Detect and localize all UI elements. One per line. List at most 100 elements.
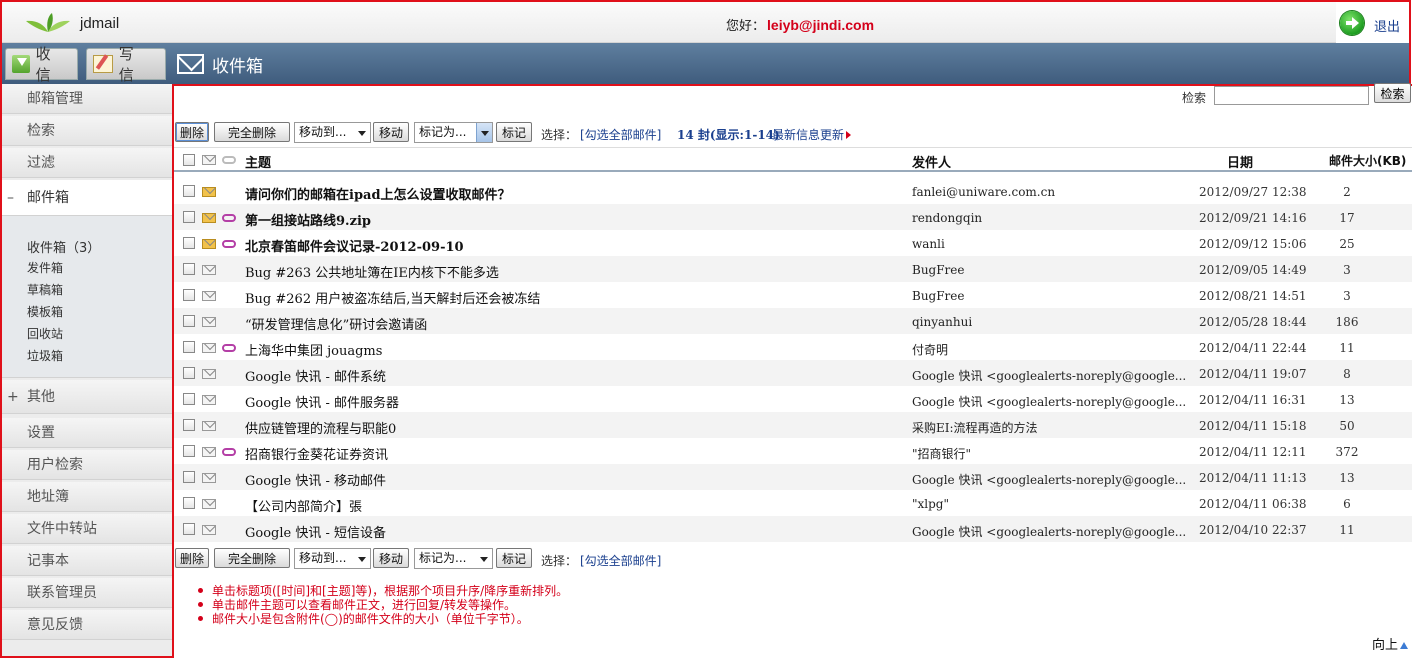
folder-trash[interactable]: 回收站 bbox=[27, 325, 63, 342]
mail-subject[interactable]: Google 快讯 - 邮件服务器 bbox=[245, 392, 399, 411]
table-row[interactable]: Bug #262 用户被盗冻结后,当天解封后还会被冻结 BugFree 2012/0… bbox=[174, 282, 1412, 308]
page-title-text: 收件箱 bbox=[212, 56, 263, 77]
move-button[interactable]: 移动 bbox=[373, 122, 409, 142]
row-checkbox[interactable] bbox=[183, 445, 195, 457]
sidebar-item-label: 检索 bbox=[27, 123, 55, 139]
sidebar-item-address-book[interactable]: 地址簿 bbox=[2, 482, 172, 512]
mail-subject[interactable]: Bug #262 用户被盗冻结后,当天解封后还会被冻结 bbox=[245, 288, 540, 307]
mail-subject[interactable]: 第一组接站路线9.zip bbox=[245, 210, 371, 229]
sidebar-item-filter[interactable]: 过滤 bbox=[2, 148, 172, 178]
mail-subject[interactable]: 供应链管理的流程与职能0 bbox=[245, 418, 396, 437]
table-row[interactable]: Google 快讯 - 移动邮件 Google 快讯 <googlealerts-… bbox=[174, 464, 1412, 490]
mail-subject[interactable]: 招商银行金葵花证券资讯 bbox=[245, 444, 388, 463]
delete-button-bottom[interactable]: 删除 bbox=[175, 548, 209, 568]
sidebar-item-other[interactable]: + 其他 bbox=[2, 380, 172, 414]
mail-sender: qinyanhui bbox=[912, 315, 973, 329]
read-envelope-icon bbox=[202, 369, 216, 379]
table-row[interactable]: 请问你们的邮箱在ipad上怎么设置收取邮件？ fanlei@uniware.com… bbox=[174, 178, 1412, 204]
select-all-checkbox[interactable] bbox=[183, 154, 195, 166]
mail-subject[interactable]: 请问你们的邮箱在ipad上怎么设置收取邮件？ bbox=[245, 184, 511, 203]
row-checkbox[interactable] bbox=[183, 341, 195, 353]
mail-size: 17 bbox=[1339, 211, 1355, 225]
table-row[interactable]: 第一组接站路线9.zip rendongqin 2012/09/21 14:16 17 bbox=[174, 204, 1412, 230]
folder-drafts[interactable]: 草稿箱 bbox=[27, 281, 63, 298]
table-row[interactable]: Google 快讯 - 邮件系统 Google 快讯 <googlealerts-… bbox=[174, 360, 1412, 386]
sidebar-item-settings[interactable]: 设置 bbox=[2, 418, 172, 448]
sidebar-item-contact-admin[interactable]: 联系管理员 bbox=[2, 578, 172, 608]
sidebar-item-mailbox-manage[interactable]: 邮箱管理 bbox=[2, 84, 172, 114]
folder-sent[interactable]: 发件箱 bbox=[27, 259, 63, 276]
row-checkbox[interactable] bbox=[183, 211, 195, 223]
mail-subject[interactable]: “研发管理信息化”研讨会邀请函 bbox=[245, 314, 427, 333]
column-date[interactable]: 日期 bbox=[1227, 152, 1253, 171]
mark-button[interactable]: 标记 bbox=[496, 122, 532, 142]
folder-spam[interactable]: 垃圾箱 bbox=[27, 347, 63, 364]
column-subject[interactable]: 主题 bbox=[245, 152, 271, 171]
back-to-top-link[interactable]: 向上 bbox=[1372, 634, 1409, 653]
logout-link[interactable]: 退出 bbox=[1374, 16, 1400, 35]
arrow-right-icon[interactable] bbox=[1340, 11, 1364, 35]
mark-button-bottom[interactable]: 标记 bbox=[496, 548, 532, 568]
search-button[interactable]: 检索 bbox=[1374, 83, 1411, 103]
row-checkbox[interactable] bbox=[183, 315, 195, 327]
receive-mail-button[interactable]: 收 信 bbox=[5, 45, 78, 84]
table-row[interactable]: 上海华中集团 jouagms 付奇明 2012/04/11 22:44 11 bbox=[174, 334, 1412, 360]
mail-subject[interactable]: Google 快讯 - 短信设备 bbox=[245, 522, 386, 541]
sidebar-item-file-transfer[interactable]: 文件中转站 bbox=[2, 514, 172, 544]
row-checkbox[interactable] bbox=[183, 367, 195, 379]
row-checkbox[interactable] bbox=[183, 471, 195, 483]
row-checkbox[interactable] bbox=[183, 185, 195, 197]
sidebar-item-user-search[interactable]: 用户检索 bbox=[2, 450, 172, 480]
mark-as-select-value: 标记为... bbox=[419, 125, 467, 139]
mark-as-select[interactable]: 标记为... bbox=[414, 122, 493, 143]
select-all-link-bottom[interactable]: [勾选全部邮件] bbox=[580, 552, 661, 569]
move-button-bottom[interactable]: 移动 bbox=[373, 548, 409, 568]
mail-date: 2012/09/05 14:49 bbox=[1199, 263, 1307, 277]
mail-date: 2012/04/11 06:38 bbox=[1199, 497, 1307, 511]
mail-subject[interactable]: Google 快讯 - 邮件系统 bbox=[245, 366, 386, 385]
move-to-select-bottom[interactable]: 移动到... bbox=[294, 548, 371, 569]
mail-size: 2 bbox=[1343, 185, 1351, 199]
row-checkbox[interactable] bbox=[183, 289, 195, 301]
sidebar-item-feedback[interactable]: 意见反馈 bbox=[2, 610, 172, 640]
mail-subject[interactable]: Bug #263 公共地址簿在IE内核下不能多选 bbox=[245, 262, 499, 281]
row-checkbox[interactable] bbox=[183, 523, 195, 535]
table-row[interactable]: 招商银行金葵花证券资讯 "招商银行" 2012/04/11 12:11 372 bbox=[174, 438, 1412, 464]
select-all-link[interactable]: [勾选全部邮件] bbox=[580, 126, 661, 143]
sidebar-item-search[interactable]: 检索 bbox=[2, 116, 172, 146]
mark-as-select-bottom[interactable]: 标记为... bbox=[414, 548, 493, 569]
row-checkbox[interactable] bbox=[183, 419, 195, 431]
row-checkbox[interactable] bbox=[183, 393, 195, 405]
sidebar-item-mailboxes[interactable]: – 邮件箱 bbox=[2, 180, 172, 216]
sidebar-item-notepad[interactable]: 记事本 bbox=[2, 546, 172, 576]
folder-inbox[interactable]: 收件箱（3） bbox=[27, 237, 100, 256]
table-row[interactable]: 【公司内部简介】張 "xlpg" 2012/04/11 06:38 6 bbox=[174, 490, 1412, 516]
row-checkbox[interactable] bbox=[183, 237, 195, 249]
table-row[interactable]: Bug #263 公共地址簿在IE内核下不能多选 BugFree 2012/09/0… bbox=[174, 256, 1412, 282]
attachment-icon bbox=[222, 214, 236, 222]
table-row[interactable]: Google 快讯 - 短信设备 Google 快讯 <googlealerts-… bbox=[174, 516, 1412, 542]
mail-subject[interactable]: 【公司内部简介】張 bbox=[245, 496, 362, 515]
table-row[interactable]: 北京春笛邮件会议记录-2012-09-10 wanli 2012/09/12 15:… bbox=[174, 230, 1412, 256]
move-to-select[interactable]: 移动到... bbox=[294, 122, 371, 143]
column-sender[interactable]: 发件人 bbox=[912, 152, 951, 171]
delete-button[interactable]: 删除 bbox=[175, 122, 209, 142]
mail-date: 2012/09/27 12:38 bbox=[1199, 185, 1307, 199]
row-checkbox[interactable] bbox=[183, 263, 195, 275]
table-row[interactable]: 供应链管理的流程与职能0 采购EI:流程再造的方法 2012/04/11 15:18… bbox=[174, 412, 1412, 438]
select-label: 选择： bbox=[541, 128, 578, 142]
compose-button[interactable]: 写 信 bbox=[86, 45, 166, 84]
mail-subject[interactable]: Google 快讯 - 移动邮件 bbox=[245, 470, 386, 489]
table-row[interactable]: “研发管理信息化”研讨会邀请函 qinyanhui 2012/05/28 18:44… bbox=[174, 308, 1412, 334]
search-input[interactable] bbox=[1214, 86, 1369, 105]
folder-templates[interactable]: 模板箱 bbox=[27, 303, 63, 320]
receive-mail-label: 收 信 bbox=[35, 45, 55, 84]
refresh-link[interactable]: 最新信息更新 bbox=[772, 126, 852, 143]
mail-subject[interactable]: 上海华中集团 jouagms bbox=[245, 340, 382, 359]
row-checkbox[interactable] bbox=[183, 497, 195, 509]
mail-subject[interactable]: 北京春笛邮件会议记录-2012-09-10 bbox=[245, 236, 464, 255]
table-row[interactable]: Google 快讯 - 邮件服务器 Google 快讯 <googlealerts… bbox=[174, 386, 1412, 412]
delete-all-button-bottom[interactable]: 完全删除 bbox=[214, 548, 290, 568]
column-size[interactable]: 邮件大小(KB) bbox=[1329, 152, 1406, 169]
delete-all-button[interactable]: 完全删除 bbox=[214, 122, 290, 142]
